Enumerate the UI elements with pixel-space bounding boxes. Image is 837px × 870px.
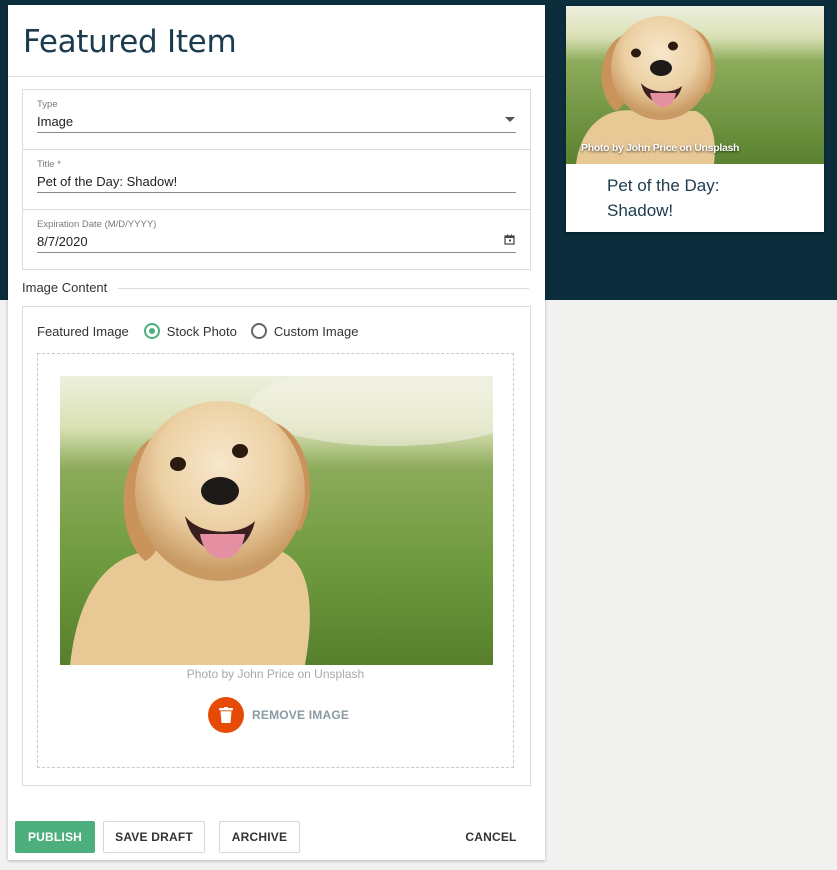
preview-photo-credit: Photo by John Price on Unsplash	[581, 142, 740, 154]
image-content-box: Featured Image Stock Photo Custom Image	[22, 306, 531, 786]
photo-credit: Photo by John Price on Unsplash	[186, 667, 365, 681]
type-underline	[37, 132, 516, 133]
remove-image-button[interactable]: REMOVE IMAGE	[208, 697, 349, 733]
action-bar: PUBLISH SAVE DRAFT ARCHIVE CANCEL	[8, 821, 545, 853]
type-select[interactable]: Type Image	[23, 90, 530, 150]
featured-item-editor: Featured Item Type Image Title * Pet of …	[8, 5, 545, 860]
expiration-label: Expiration Date (M/D/YYYY)	[37, 219, 157, 230]
expiration-date-field[interactable]: Expiration Date (M/D/YYYY) 8/7/2020	[23, 210, 530, 269]
featured-image-label: Featured Image	[37, 323, 129, 339]
type-value: Image	[37, 114, 74, 129]
publish-button[interactable]: PUBLISH	[15, 821, 95, 853]
save-draft-button[interactable]: SAVE DRAFT	[103, 821, 205, 853]
caret-down-icon[interactable]	[505, 115, 515, 126]
image-drop-zone[interactable]: Photo by John Price on Unsplash REMOVE I…	[37, 353, 514, 768]
legend-divider	[118, 288, 529, 289]
preview-title: Pet of the Day: Shadow!	[607, 176, 720, 220]
title-divider	[8, 76, 545, 77]
radio-checked-icon[interactable]	[143, 323, 160, 339]
archive-button[interactable]: ARCHIVE	[219, 821, 300, 853]
type-label: Type	[37, 99, 58, 110]
stock-photo-radio[interactable]: Stock Photo	[143, 323, 237, 339]
expiration-underline	[37, 252, 516, 253]
preview-photo	[566, 6, 824, 164]
stock-photo-label: Stock Photo	[166, 323, 237, 339]
featured-image-radio-group: Featured Image Stock Photo Custom Image	[37, 321, 372, 341]
form-fields: Type Image Title * Pet of the Day: Shado…	[22, 89, 531, 270]
image-content-legend: Image Content	[22, 280, 108, 295]
featured-photo	[60, 376, 493, 665]
title-label: Title *	[37, 159, 61, 170]
trash-icon[interactable]	[208, 697, 244, 733]
title-input[interactable]: Pet of the Day: Shadow!	[37, 174, 177, 189]
radio-unchecked-icon[interactable]	[250, 323, 267, 339]
custom-image-radio[interactable]: Custom Image	[250, 323, 359, 339]
calendar-icon[interactable]	[504, 234, 515, 248]
title-underline	[37, 192, 516, 193]
preview-card: Photo by John Price on Unsplash Pet of t…	[566, 6, 824, 232]
remove-image-label: REMOVE IMAGE	[252, 708, 350, 722]
title-field[interactable]: Title * Pet of the Day: Shadow!	[23, 150, 530, 210]
custom-image-label: Custom Image	[273, 323, 359, 339]
cancel-button[interactable]: CANCEL	[455, 821, 527, 853]
page-title: Featured Item	[23, 24, 237, 60]
expiration-input[interactable]: 8/7/2020	[37, 234, 88, 249]
